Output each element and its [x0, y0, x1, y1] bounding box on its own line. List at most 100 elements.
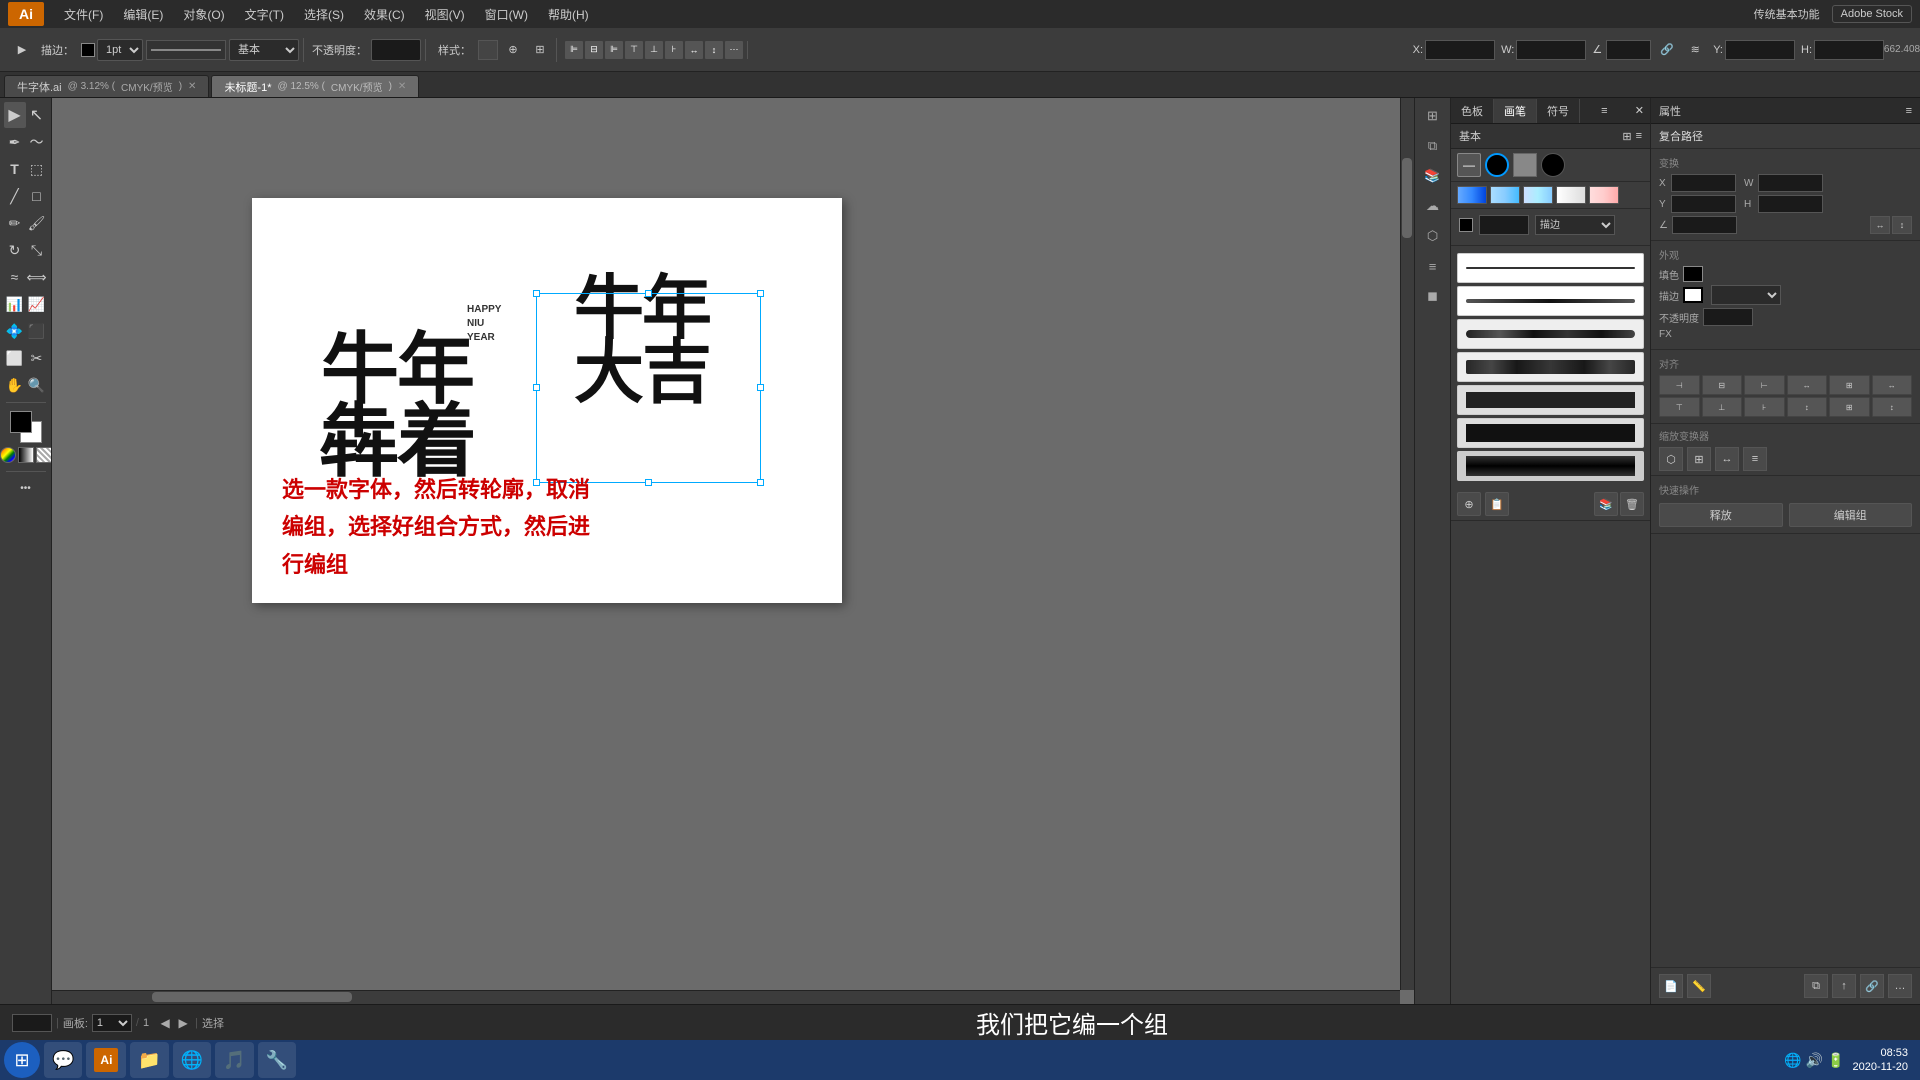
- gradient-5[interactable]: [1589, 186, 1619, 204]
- properties-icon[interactable]: ⊞: [1419, 102, 1447, 130]
- handle-mr[interactable]: [757, 384, 764, 391]
- symbol-sprayer-tool[interactable]: 💠: [4, 318, 26, 344]
- properties-options[interactable]: ≡: [1906, 105, 1912, 117]
- none-btn[interactable]: —: [1457, 153, 1481, 177]
- edit-group-btn[interactable]: 编辑组: [1789, 503, 1913, 527]
- black2-btn[interactable]: [1541, 153, 1565, 177]
- pathfinder-icon[interactable]: ◼: [1419, 282, 1447, 310]
- align-right-btn[interactable]: ⊫: [605, 41, 623, 59]
- layers-icon[interactable]: ⧉: [1419, 132, 1447, 160]
- handle-tr[interactable]: [757, 290, 764, 297]
- style-swatch[interactable]: [478, 40, 498, 60]
- adobe-stock-button[interactable]: Adobe Stock: [1832, 5, 1912, 23]
- canvas-area[interactable]: 牛年 犇着 HAPPYNIUYEAR 牛年 大吉: [52, 98, 1414, 1004]
- align-bottom-btn[interactable]: ⊦: [665, 41, 683, 59]
- w-input[interactable]: 141.569: [1516, 40, 1586, 60]
- align-right-prop[interactable]: ⊢: [1744, 375, 1785, 395]
- prev-artboard-btn[interactable]: ◀: [157, 1015, 173, 1031]
- tab-1[interactable]: 牛字体.ai @ 3.12% ( CMYK/预览 ) ✕: [4, 75, 209, 97]
- prop-h-input[interactable]: 662.408: [1758, 195, 1823, 213]
- taskbar-browser[interactable]: 🌐: [173, 1042, 211, 1078]
- prop-x-input[interactable]: 626.402: [1671, 174, 1736, 192]
- gradient-2[interactable]: [1490, 186, 1520, 204]
- align-center-v-btn[interactable]: ⊥: [645, 41, 663, 59]
- artboard-tool[interactable]: ⬜: [4, 345, 26, 371]
- panel-close-icon[interactable]: ✕: [1629, 100, 1650, 121]
- align-left-btn[interactable]: ⊫: [565, 41, 583, 59]
- slice-tool[interactable]: ✂: [26, 345, 48, 371]
- horizontal-scrollbar[interactable]: [52, 990, 1400, 1004]
- tx-btn-2[interactable]: ⊞: [1687, 447, 1711, 471]
- color-icon[interactable]: [0, 447, 16, 463]
- stroke-type-select[interactable]: 描边: [1535, 215, 1615, 235]
- tab-1-close[interactable]: ✕: [188, 81, 196, 92]
- opacity-input[interactable]: 100%: [371, 39, 421, 61]
- dist-left-prop[interactable]: ↔: [1787, 375, 1828, 395]
- gradient-3[interactable]: [1523, 186, 1553, 204]
- brush-lib-icon[interactable]: 📚: [1594, 492, 1618, 516]
- angle-input[interactable]: 0°: [1606, 40, 1651, 60]
- regroup-btn[interactable]: 释放: [1659, 503, 1783, 527]
- tab-color[interactable]: 色板: [1451, 99, 1494, 123]
- cc-libraries-icon[interactable]: ☁: [1419, 192, 1447, 220]
- style-icon[interactable]: ⊕: [501, 38, 525, 62]
- zoom-input[interactable]: 12.5%: [12, 1014, 52, 1032]
- stroke-row-4[interactable]: [1457, 352, 1644, 382]
- stroke-width-input[interactable]: 3.00: [1479, 215, 1529, 235]
- tab-2-close[interactable]: ✕: [398, 81, 406, 92]
- distribute-v-btn[interactable]: ↕: [705, 41, 723, 59]
- align-top-prop[interactable]: ⊤: [1659, 397, 1700, 417]
- pen-tool[interactable]: ✒: [4, 129, 26, 155]
- type-tool[interactable]: T: [4, 156, 26, 182]
- fill-stroke-swatches[interactable]: [10, 411, 42, 443]
- taskbar-tool[interactable]: 🔧: [258, 1042, 296, 1078]
- curvature-tool[interactable]: 〜: [26, 129, 48, 155]
- stroke-row-1[interactable]: [1457, 253, 1644, 283]
- stroke-color-box-prop[interactable]: [1683, 287, 1703, 303]
- rect-tool[interactable]: □: [26, 183, 48, 209]
- gradient-icon[interactable]: [18, 447, 34, 463]
- column-graph-tool[interactable]: ⬛: [26, 318, 48, 344]
- menu-select[interactable]: 选择(S): [296, 4, 352, 25]
- transform-icon[interactable]: ≋: [1683, 38, 1707, 62]
- dist-right-prop[interactable]: ↔: [1872, 375, 1913, 395]
- y-input[interactable]: 788.369: [1725, 40, 1795, 60]
- align-center-h-prop[interactable]: ⊟: [1702, 375, 1743, 395]
- stroke-row-2[interactable]: [1457, 286, 1644, 316]
- share-icon[interactable]: 🔗: [1860, 974, 1884, 998]
- menu-object[interactable]: 对象(O): [175, 4, 232, 25]
- taskbar-player[interactable]: 🎵: [215, 1042, 253, 1078]
- gradient-4[interactable]: [1556, 186, 1586, 204]
- prop-w-input[interactable]: 141.569: [1758, 174, 1823, 192]
- pencil-tool[interactable]: ✏: [4, 210, 26, 236]
- dist-bottom-prop[interactable]: ↕: [1872, 397, 1913, 417]
- stroke-row-6[interactable]: [1457, 418, 1644, 448]
- tab-brush[interactable]: 画笔: [1494, 99, 1537, 123]
- vertical-scrollbar[interactable]: [1400, 98, 1414, 990]
- brush-delete-icon[interactable]: 🗑: [1620, 492, 1644, 516]
- library-icon[interactable]: 📚: [1419, 162, 1447, 190]
- stroke-weight-select[interactable]: 1pt 2pt 3pt: [97, 39, 143, 61]
- graph-tool[interactable]: 📈: [26, 291, 48, 317]
- type-area-tool[interactable]: ⬚: [26, 156, 48, 182]
- transform-panel-icon[interactable]: ⬡: [1419, 222, 1447, 250]
- constrain-icon[interactable]: 🔗: [1655, 38, 1679, 62]
- align-mid-prop[interactable]: ⊥: [1702, 397, 1743, 417]
- tab-symbol[interactable]: 符号: [1537, 99, 1580, 123]
- column-chart-tool[interactable]: 📊: [4, 291, 26, 317]
- warp-tool[interactable]: ≈: [4, 264, 26, 290]
- arrange-icon[interactable]: ⧉: [1804, 974, 1828, 998]
- dist-mid-prop[interactable]: ⊞: [1829, 397, 1870, 417]
- expand-icon[interactable]: ⊞: [1622, 130, 1631, 143]
- h-input[interactable]: 662.408: [1814, 40, 1884, 60]
- artboard-select[interactable]: 1: [92, 1014, 132, 1032]
- direct-select-tool[interactable]: ↖: [26, 102, 48, 128]
- tx-btn-4[interactable]: ≡: [1743, 447, 1767, 471]
- more-tools[interactable]: •••: [14, 476, 38, 500]
- menu-view[interactable]: 视图(V): [417, 4, 473, 25]
- brush-tool[interactable]: 🖌: [26, 210, 48, 236]
- prop-angle-input[interactable]: 0°: [1672, 216, 1737, 234]
- list-icon[interactable]: ≡: [1636, 130, 1642, 143]
- tx-btn-3[interactable]: ↔: [1715, 447, 1739, 471]
- taskbar-wechat[interactable]: 💬: [44, 1042, 82, 1078]
